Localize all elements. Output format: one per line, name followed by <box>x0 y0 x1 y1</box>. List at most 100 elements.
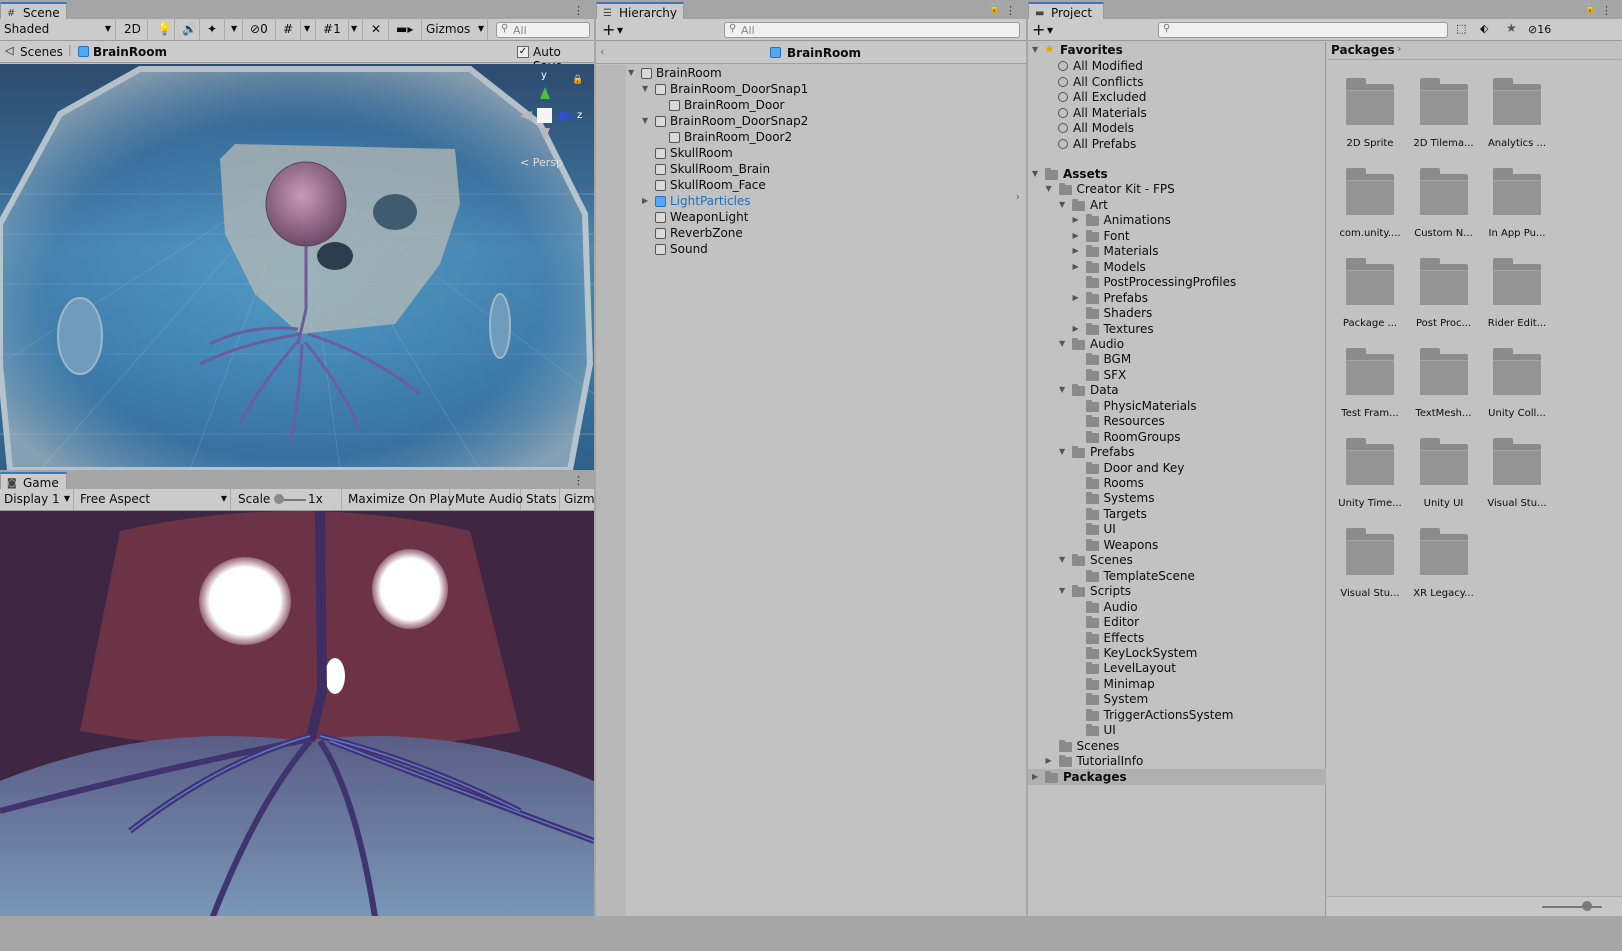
package-folder-tile[interactable]: 2D Tilema... <box>1409 76 1479 149</box>
scene-search-input[interactable]: ⚲ All <box>496 22 590 38</box>
scenes-back-icon[interactable]: ◁ <box>5 44 13 57</box>
lock-icon[interactable]: 🔒 <box>1585 4 1596 14</box>
project-folder-item[interactable]: System <box>1028 691 1326 707</box>
game-gizmos-toggle[interactable]: Gizmo <box>560 489 594 510</box>
maximize-on-play-toggle[interactable]: Maximize On Play <box>344 489 455 510</box>
back-arrow-icon[interactable]: ‹ <box>600 45 604 58</box>
favorites-item[interactable]: All Prefabs <box>1028 136 1326 152</box>
project-folder-item[interactable]: ▼ Scenes <box>1028 552 1326 568</box>
persp-label[interactable]: < Persp <box>520 156 563 169</box>
package-folder-tile[interactable]: Unity UI <box>1409 436 1479 509</box>
lock-icon[interactable]: 🔒 <box>989 4 1000 14</box>
collapsed-triangle-icon[interactable]: ▶ <box>1073 262 1079 271</box>
breadcrumb-root[interactable]: Scenes <box>20 45 63 59</box>
project-folder-item[interactable]: ▶ Prefabs <box>1028 290 1326 306</box>
expanded-triangle-icon[interactable]: ▼ <box>1059 339 1065 348</box>
hierarchy-item[interactable]: ReverbZone <box>626 225 1026 241</box>
grid-dropdown-chevron-icon[interactable]: ▼ <box>300 19 316 40</box>
chevron-down-icon[interactable]: ▼ <box>1047 26 1053 35</box>
shading-dropdown[interactable]: Shaded ▼ <box>0 19 116 40</box>
favorites-header[interactable]: ▼ ★ Favorites <box>1028 42 1326 58</box>
display-dropdown[interactable]: Display 1 ▼ <box>0 489 74 510</box>
2d-toggle-button[interactable]: 2D <box>120 19 148 40</box>
expanded-triangle-icon[interactable]: ▼ <box>1059 555 1065 564</box>
hidden-objects-toggle[interactable]: ⊘0 <box>246 19 276 40</box>
search-by-label-icon[interactable]: ⬖ <box>1480 22 1488 35</box>
chevron-down-icon[interactable]: ▼ <box>617 26 623 35</box>
expand-arrow-icon[interactable]: › <box>1016 190 1020 203</box>
project-folder-item[interactable]: PhysicMaterials <box>1028 398 1326 414</box>
project-folder-item[interactable]: Shaders <box>1028 305 1326 321</box>
package-folder-tile[interactable]: com.unity.... <box>1335 166 1405 239</box>
expanded-triangle-icon[interactable]: ▼ <box>1059 447 1065 456</box>
hierarchy-item[interactable]: ▼ BrainRoom <box>626 65 1026 81</box>
project-folder-item[interactable]: TriggerActionsSystem <box>1028 707 1326 723</box>
project-folder-item[interactable]: Systems <box>1028 490 1326 506</box>
expanded-triangle-icon[interactable]: ▼ <box>1059 586 1065 595</box>
breadcrumb-current[interactable]: BrainRoom <box>93 45 167 59</box>
project-folder-item[interactable]: RoomGroups <box>1028 429 1326 445</box>
hierarchy-item[interactable]: ▼ BrainRoom_DoorSnap2 <box>626 113 1026 129</box>
hierarchy-search-input[interactable]: ⚲ All <box>724 22 1020 38</box>
project-folder-item[interactable]: ▼ Data <box>1028 382 1326 398</box>
favorite-star-icon[interactable]: ★ <box>1506 21 1517 35</box>
project-folder-item[interactable]: KeyLockSystem <box>1028 645 1326 661</box>
collapsed-triangle-icon[interactable]: ▶ <box>1073 215 1079 224</box>
project-folder-item[interactable]: ▼ Audio <box>1028 336 1326 352</box>
tools-icon[interactable]: ✕ <box>367 19 389 40</box>
hierarchy-item[interactable]: SkullRoom_Brain <box>626 161 1026 177</box>
project-folder-item[interactable]: SFX <box>1028 367 1326 383</box>
package-folder-tile[interactable]: Custom N... <box>1409 166 1479 239</box>
package-folder-tile[interactable]: Visual Stu... <box>1335 526 1405 599</box>
project-folder-item[interactable]: PostProcessingProfiles <box>1028 274 1326 290</box>
project-folder-item[interactable]: Targets <box>1028 506 1326 522</box>
expanded-triangle-icon[interactable]: ▼ <box>1032 169 1038 178</box>
grid-visibility-toggle-icon[interactable]: # <box>279 19 301 40</box>
expanded-triangle-icon[interactable]: ▼ <box>1059 200 1065 209</box>
hidden-packages-toggle[interactable]: ⊘16 <box>1528 23 1551 36</box>
project-folder-item[interactable]: Door and Key <box>1028 460 1326 476</box>
project-folder-item[interactable]: ▼ Art <box>1028 197 1326 213</box>
project-folder-item[interactable]: Scenes <box>1028 738 1326 754</box>
kebab-menu-icon[interactable]: ⋮ <box>1005 4 1016 17</box>
collapsed-triangle-icon[interactable]: ▶ <box>642 196 648 205</box>
create-add-button[interactable]: + <box>602 20 615 39</box>
kebab-menu-icon[interactable]: ⋮ <box>573 474 584 487</box>
project-folder-item[interactable]: Minimap <box>1028 676 1326 692</box>
collapsed-triangle-icon[interactable]: ▶ <box>1046 756 1052 765</box>
effects-toggle-icon[interactable]: ✦ <box>203 19 225 40</box>
favorites-item[interactable]: All Conflicts <box>1028 74 1326 90</box>
project-folder-item[interactable]: ▼ Creator Kit - FPS <box>1028 181 1326 197</box>
grid-snapping-toggle[interactable]: #1 <box>319 19 349 40</box>
favorites-item[interactable]: All Excluded <box>1028 89 1326 105</box>
project-folder-item[interactable]: ▶ Font <box>1028 228 1326 244</box>
collapsed-triangle-icon[interactable]: ▶ <box>1073 231 1079 240</box>
project-folder-item[interactable]: Audio <box>1028 599 1326 615</box>
breadcrumb-packages[interactable]: Packages <box>1331 43 1395 57</box>
create-add-button[interactable]: + <box>1032 20 1045 39</box>
project-folder-item[interactable]: ▶ TutorialInfo <box>1028 753 1326 769</box>
expanded-triangle-icon[interactable]: ▼ <box>1046 184 1052 193</box>
project-folder-item[interactable]: ▼ Prefabs <box>1028 444 1326 460</box>
stats-toggle[interactable]: Stats <box>522 489 560 510</box>
expanded-triangle-icon[interactable]: ▼ <box>642 84 648 93</box>
hierarchy-item[interactable]: BrainRoom_Door <box>626 97 1026 113</box>
package-folder-tile[interactable]: Unity Time... <box>1335 436 1405 509</box>
hierarchy-item[interactable]: SkullRoom_Face <box>626 177 1026 193</box>
kebab-menu-icon[interactable]: ⋮ <box>1601 4 1612 17</box>
game-viewport[interactable] <box>0 511 594 951</box>
scene-viewport[interactable]: y z 🔒 < Persp <box>0 64 594 470</box>
project-folder-item[interactable]: Effects <box>1028 630 1326 646</box>
collapsed-triangle-icon[interactable]: ▶ <box>1073 324 1079 333</box>
project-folder-item[interactable]: UI <box>1028 722 1326 738</box>
package-folder-tile[interactable]: Analytics ... <box>1482 76 1552 149</box>
scale-slider[interactable]: Scale 1x <box>234 489 342 510</box>
kebab-menu-icon[interactable]: ⋮ <box>573 4 584 17</box>
project-search-input[interactable]: ⚲ <box>1158 22 1448 38</box>
project-folder-item[interactable]: ▼ Assets <box>1028 166 1326 182</box>
package-folder-tile[interactable]: Post Proc... <box>1409 256 1479 329</box>
hierarchy-item[interactable]: WeaponLight <box>626 209 1026 225</box>
package-folder-tile[interactable]: TextMesh... <box>1409 346 1479 419</box>
project-folder-item[interactable]: UI <box>1028 521 1326 537</box>
aspect-dropdown[interactable]: Free Aspect ▼ <box>76 489 231 510</box>
